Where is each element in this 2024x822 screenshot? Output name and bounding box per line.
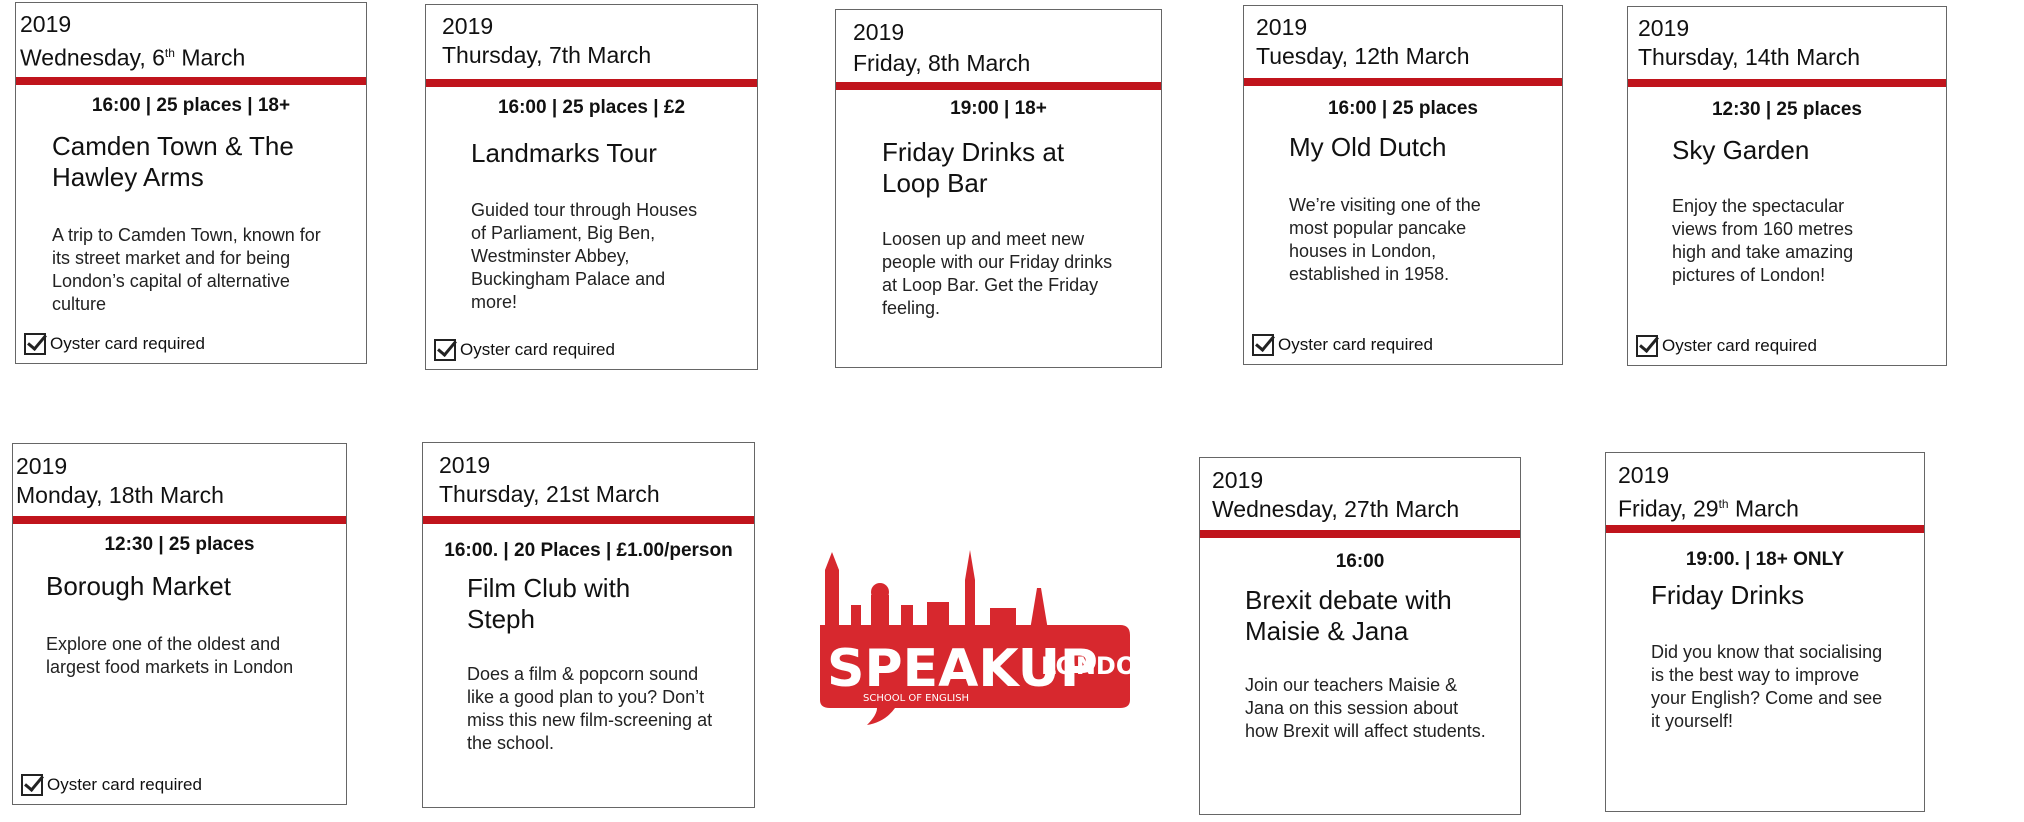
checkbox-icon bbox=[1252, 334, 1274, 356]
event-title: Camden Town & The Hawley Arms bbox=[52, 131, 294, 192]
event-card: 2019 Thursday, 14th March 12:30 | 25 pla… bbox=[1627, 6, 1947, 366]
event-year: 2019 bbox=[853, 19, 905, 45]
oyster-label: Oyster card required bbox=[47, 775, 202, 794]
event-meta: 16:00 | 25 places | £2 bbox=[497, 97, 686, 118]
logo-side-text: LONDON bbox=[1041, 652, 1135, 680]
oyster-label: Oyster card required bbox=[460, 340, 615, 359]
oyster-note: Oyster card required bbox=[434, 339, 615, 361]
event-meta: 12:30 | 25 places bbox=[1711, 99, 1863, 120]
event-card: 2019 Wednesday, 6th March 16:00 | 25 pla… bbox=[15, 2, 367, 364]
event-year: 2019 bbox=[20, 11, 72, 37]
event-title: Brexit debate with Maisie & Jana bbox=[1245, 585, 1452, 646]
event-meta: 19:00. | 18+ ONLY bbox=[1685, 549, 1845, 570]
red-divider bbox=[1606, 525, 1924, 533]
event-description: Enjoy the spectacular views from 160 met… bbox=[1672, 196, 1854, 285]
event-year: 2019 bbox=[1212, 467, 1264, 493]
event-description: Did you know that socialising is the bes… bbox=[1651, 642, 1883, 731]
event-meta: 16:00. | 20 Places | £1.00/person bbox=[444, 540, 733, 561]
event-date: Friday, 8th March bbox=[853, 50, 1031, 76]
checkbox-icon bbox=[1636, 335, 1658, 357]
event-date: Friday, 29th March bbox=[1618, 495, 1799, 522]
event-meta: 19:00 | 18+ bbox=[950, 98, 1047, 119]
event-date: Thursday, 21st March bbox=[439, 481, 660, 507]
event-date: Wednesday, 27th March bbox=[1212, 496, 1460, 522]
event-meta: 16:00 bbox=[1335, 551, 1385, 572]
event-meta: 12:30 | 25 places bbox=[104, 534, 255, 555]
oyster-label: Oyster card required bbox=[1662, 336, 1817, 355]
oyster-note: Oyster card required bbox=[21, 774, 202, 796]
red-divider bbox=[423, 516, 754, 524]
event-year: 2019 bbox=[1638, 15, 1690, 41]
event-description: Loosen up and meet new people with our F… bbox=[882, 229, 1113, 318]
checkbox-icon bbox=[434, 339, 456, 361]
event-card: 2019 Friday, 8th March 19:00 | 18+ Frida… bbox=[835, 9, 1162, 368]
checkbox-icon bbox=[24, 333, 46, 355]
event-title: Sky Garden bbox=[1672, 135, 1810, 165]
event-card: 2019 Tuesday, 12th March 16:00 | 25 plac… bbox=[1243, 5, 1563, 365]
event-description: Explore one of the oldest and largest fo… bbox=[46, 634, 294, 677]
event-date: Wednesday, 6th March bbox=[20, 44, 246, 71]
london-skyline-icon bbox=[825, 550, 1048, 630]
event-title: Landmarks Tour bbox=[471, 138, 657, 168]
red-divider bbox=[1628, 79, 1946, 87]
event-meta: 16:00 | 25 places bbox=[1327, 98, 1479, 119]
event-title: Friday Drinks bbox=[1651, 580, 1805, 610]
event-description: Guided tour through Houses of Parliament… bbox=[471, 200, 698, 312]
red-divider bbox=[13, 516, 346, 524]
event-year: 2019 bbox=[1256, 14, 1308, 40]
event-year: 2019 bbox=[16, 453, 68, 479]
oyster-label: Oyster card required bbox=[1278, 335, 1433, 354]
event-card: 2019 Monday, 18th March 12:30 | 25 place… bbox=[12, 443, 347, 805]
logo-sub-text: SCHOOL OF ENGLISH bbox=[863, 693, 969, 704]
red-divider bbox=[16, 77, 366, 85]
event-description: Join our teachers Maisie & Jana on this … bbox=[1245, 675, 1486, 741]
event-date: Tuesday, 12th March bbox=[1256, 43, 1470, 69]
red-divider bbox=[836, 82, 1161, 90]
event-date: Thursday, 14th March bbox=[1638, 44, 1861, 70]
oyster-note: Oyster card required bbox=[24, 333, 205, 355]
event-card: 2019 Wednesday, 27th March 16:00 Brexit … bbox=[1199, 457, 1521, 815]
event-card: 2019 Thursday, 7th March 16:00 | 25 plac… bbox=[425, 4, 758, 370]
event-meta: 16:00 | 25 places | 18+ bbox=[91, 95, 291, 116]
event-card: 2019 Friday, 29th March 19:00. | 18+ ONL… bbox=[1605, 452, 1925, 812]
event-title: My Old Dutch bbox=[1289, 132, 1447, 162]
event-description: A trip to Camden Town, known for its str… bbox=[52, 225, 321, 314]
event-date: Monday, 18th March bbox=[16, 482, 224, 508]
event-description: Does a film & popcorn sound like a good … bbox=[467, 664, 713, 753]
event-date: Thursday, 7th March bbox=[442, 42, 652, 68]
event-card: 2019 Thursday, 21st March 16:00. | 20 Pl… bbox=[422, 442, 755, 808]
event-year: 2019 bbox=[1618, 462, 1670, 488]
red-divider bbox=[426, 79, 757, 87]
oyster-note: Oyster card required bbox=[1636, 335, 1817, 357]
event-title: Friday Drinks at Loop Bar bbox=[882, 137, 1065, 198]
oyster-label: Oyster card required bbox=[50, 334, 205, 353]
event-year: 2019 bbox=[442, 13, 494, 39]
red-divider bbox=[1244, 78, 1562, 86]
speakup-london-logo: SPEAKUP LONDON SCHOOL OF ENGLISH bbox=[820, 550, 1135, 725]
oyster-note: Oyster card required bbox=[1252, 334, 1433, 356]
red-divider bbox=[1200, 530, 1520, 538]
event-title: Borough Market bbox=[46, 571, 231, 601]
event-title: Film Club with Steph bbox=[467, 573, 631, 634]
checkbox-icon bbox=[21, 774, 43, 796]
event-year: 2019 bbox=[439, 452, 491, 478]
event-description: We’re visiting one of the most popular p… bbox=[1289, 195, 1481, 284]
